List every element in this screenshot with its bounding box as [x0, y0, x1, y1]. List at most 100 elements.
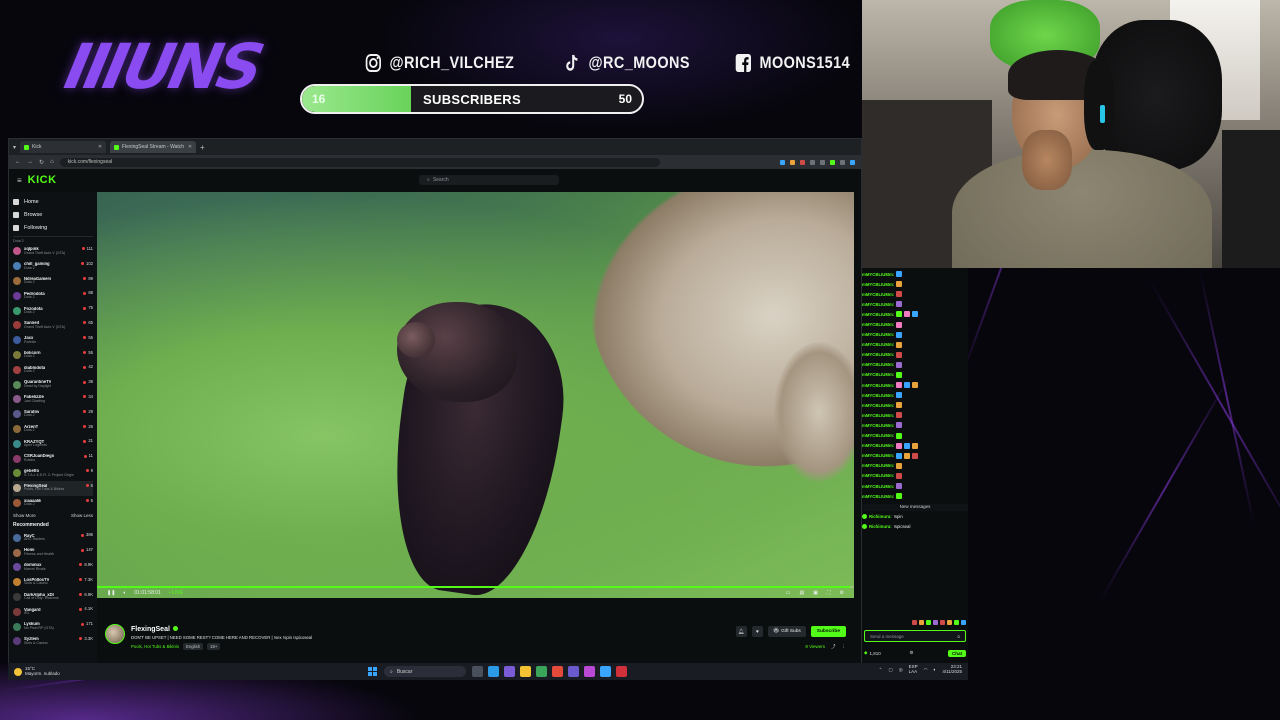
task-view-icon[interactable] — [472, 666, 483, 677]
app-icon[interactable] — [600, 666, 611, 677]
notification-bell-icon[interactable]: 🔔︎ — [735, 626, 747, 637]
theater-mode-icon[interactable]: ▣ — [813, 590, 818, 596]
kick-search-input[interactable]: ⌕ Search — [419, 175, 559, 185]
sidebar-channel[interactable]: gebetto S.T.A.L.K.E.R. 2: Project Origin 9 — [13, 466, 93, 481]
chat-username[interactable]: mMYCBLIUMm: — [862, 453, 894, 458]
video-player[interactable]: ❚❚ 🔈︎ 01:01:58:01 • LIVE ▭ ▤ ▣ ⛶ ⚙ — [97, 192, 854, 598]
extension-icon[interactable] — [780, 159, 785, 165]
chat-username[interactable]: mMYCBLIUMm: — [862, 362, 894, 367]
sidebar-channel[interactable]: RayC ARC Raiders 386 — [13, 530, 93, 545]
subscribe-button[interactable]: Subscribe — [810, 626, 846, 637]
more-icon[interactable]: ⋮ — [842, 644, 847, 650]
kick-logo[interactable]: KICK — [28, 174, 57, 186]
chat-username[interactable]: mMYCBLIUMm: — [862, 302, 894, 307]
chrome-icon[interactable] — [552, 666, 563, 677]
forward-icon[interactable]: → — [27, 159, 33, 165]
new-messages-banner[interactable]: New messages — [862, 504, 968, 511]
browser-tab-flexingseal[interactable]: FlexingSeal Stream - Watch ✕ — [110, 141, 197, 153]
sidebar-channel[interactable]: xqlpink Grand Theft Auto V (GTA) 111 — [13, 244, 93, 259]
channel-points[interactable]: 1,810 — [869, 651, 880, 656]
chat-username[interactable]: mMYCBLIUMm: — [862, 463, 894, 468]
share-icon[interactable]: ⤴ — [831, 644, 836, 650]
tag-language[interactable]: English — [183, 643, 204, 650]
extension-icon[interactable] — [820, 159, 825, 165]
emote-icon[interactable] — [933, 620, 938, 625]
clip-icon[interactable]: ▭ — [786, 590, 791, 596]
back-icon[interactable]: ← — [15, 159, 21, 165]
chat-username[interactable]: mMYCBLIUMm: — [862, 332, 894, 337]
gift-subs-button[interactable]: 🎁︎ Gift Subs — [767, 626, 806, 637]
emote-icon[interactable] — [947, 620, 952, 625]
sidebar-channel[interactable]: FlexingSeal Pools, Hot Tubs & Bikinis 6 — [13, 480, 93, 496]
chat-username[interactable]: mMYCBLIUMm: — [862, 494, 894, 499]
fullscreen-icon[interactable]: ⛶ — [827, 590, 831, 596]
sidebar-channel[interactable]: Saratov Dota 2 29 — [13, 407, 93, 422]
sidebar-channel[interactable]: QuarantineTV Dead by Daylight 39 — [13, 377, 93, 392]
show-more-link[interactable]: Show More — [13, 513, 36, 518]
profile-icon[interactable] — [850, 159, 855, 165]
extension-icon[interactable] — [840, 159, 845, 165]
reload-icon[interactable]: ↻ — [39, 159, 44, 166]
chat-username[interactable]: mMYCBLIUMm: — [862, 383, 894, 388]
chat-username[interactable]: mMYCBLIUMm: — [862, 484, 894, 489]
chat-username[interactable]: Richimuru: — [869, 524, 892, 529]
sidebar-item-browse[interactable]: Browse — [13, 208, 93, 221]
emoji-icon[interactable]: ☺ — [956, 634, 961, 639]
sidebar-channel[interactable]: Vangard IRL 4.1K — [13, 604, 93, 619]
weather-widget[interactable]: 15°C Mayorm. nublado — [14, 666, 60, 677]
app-icon[interactable] — [504, 666, 515, 677]
show-less-link[interactable]: Show Less — [71, 513, 93, 518]
extension-icon[interactable] — [800, 159, 805, 165]
chat-username[interactable]: mMYCBLIUMm: — [862, 403, 894, 408]
sidebar-channel[interactable]: xiaaaalili Dota 2 5 — [13, 496, 93, 511]
chat-username[interactable]: mMYCBLIUMm: — [862, 372, 894, 377]
emote-icon[interactable] — [919, 620, 924, 625]
chat-username[interactable]: mMYCBLIUMm: — [862, 393, 894, 398]
stream-category[interactable]: Pools, Hot Tubs & Bikinis — [131, 644, 179, 649]
close-tab-icon[interactable]: ✕ — [98, 144, 102, 150]
wifi-icon[interactable]: ◠ — [924, 667, 928, 673]
sidebar-channel[interactable]: Jaxx Fortnite 55 — [13, 333, 93, 348]
chat-username[interactable]: mMYCBLIUMm: — [862, 292, 894, 297]
chat-username[interactable]: mMYCBLIUMm: — [862, 433, 894, 438]
sidebar-channel[interactable]: ArzenT Dota 2 26 — [13, 422, 93, 437]
sidebar-channel[interactable]: Syztem Slots & Casino 3.3K — [13, 634, 93, 649]
streamer-name[interactable]: FlexingSeal — [131, 626, 178, 633]
edge-icon[interactable] — [488, 666, 499, 677]
chat-send-button[interactable]: Chat — [948, 649, 966, 657]
sidebar-channel[interactable]: CSRJuanDiego Roblox 11 — [13, 451, 93, 466]
sidebar-channel[interactable]: KRAZYQT Apex Legends 21 — [13, 436, 93, 451]
gear-icon[interactable]: ⚙ — [840, 590, 844, 596]
pause-icon[interactable]: ❚❚ — [107, 590, 115, 596]
volume-icon[interactable]: 🔈︎ — [934, 667, 937, 672]
file-explorer-icon[interactable] — [520, 666, 531, 677]
sidebar-channel[interactable]: diablodota Dota 2 42 — [13, 362, 93, 377]
obs-icon[interactable] — [616, 666, 627, 677]
sidebar-channel[interactable]: bolicorn Dota 2 55 — [13, 348, 93, 363]
emote-icon[interactable] — [926, 620, 931, 625]
tray-app-icon[interactable]: ◎ — [899, 667, 903, 673]
chat-username[interactable]: mMYCBLIUMm: — [862, 352, 894, 357]
chat-username[interactable]: mMYCBLIUMm: — [862, 423, 894, 428]
settings-icon[interactable]: ⚙ — [909, 650, 913, 656]
extension-icon[interactable] — [830, 159, 835, 165]
avatar[interactable] — [105, 624, 125, 644]
volume-icon[interactable]: 🔈︎ — [123, 590, 126, 596]
chat-username[interactable]: mMYCBLIUMm: — [862, 473, 894, 478]
chat-username[interactable]: mMYCBLIUMm: — [862, 322, 894, 327]
extension-icon[interactable] — [790, 159, 795, 165]
chat-username[interactable]: mMYCBLIUMm: — [862, 312, 894, 317]
sidebar-channel[interactable]: Fabelizzle Just Chatting 34 — [13, 392, 93, 407]
sidebar-channel[interactable]: chill_gaming Dota 2 102 — [13, 259, 93, 274]
windows-start-icon[interactable] — [368, 667, 377, 676]
new-tab-icon[interactable]: + — [200, 143, 205, 152]
sidebar-channel[interactable]: DarkAlpha_xDI Call of Duty: Warzone 6.9K — [13, 590, 93, 605]
app-icon[interactable] — [536, 666, 547, 677]
tray-chevron-icon[interactable]: ⌃ — [879, 667, 883, 673]
sidebar-channel[interactable]: dominux Marvel Rivals 8.9K — [13, 560, 93, 575]
app-icon[interactable] — [584, 666, 595, 677]
emote-icon[interactable] — [954, 620, 959, 625]
chat-username[interactable]: mMYCBLIUMm: — [862, 413, 894, 418]
url-field[interactable]: kick.com/flexingseal — [59, 157, 660, 167]
sidebar-channel[interactable]: Homi Fitness and Health 147 — [13, 545, 93, 560]
